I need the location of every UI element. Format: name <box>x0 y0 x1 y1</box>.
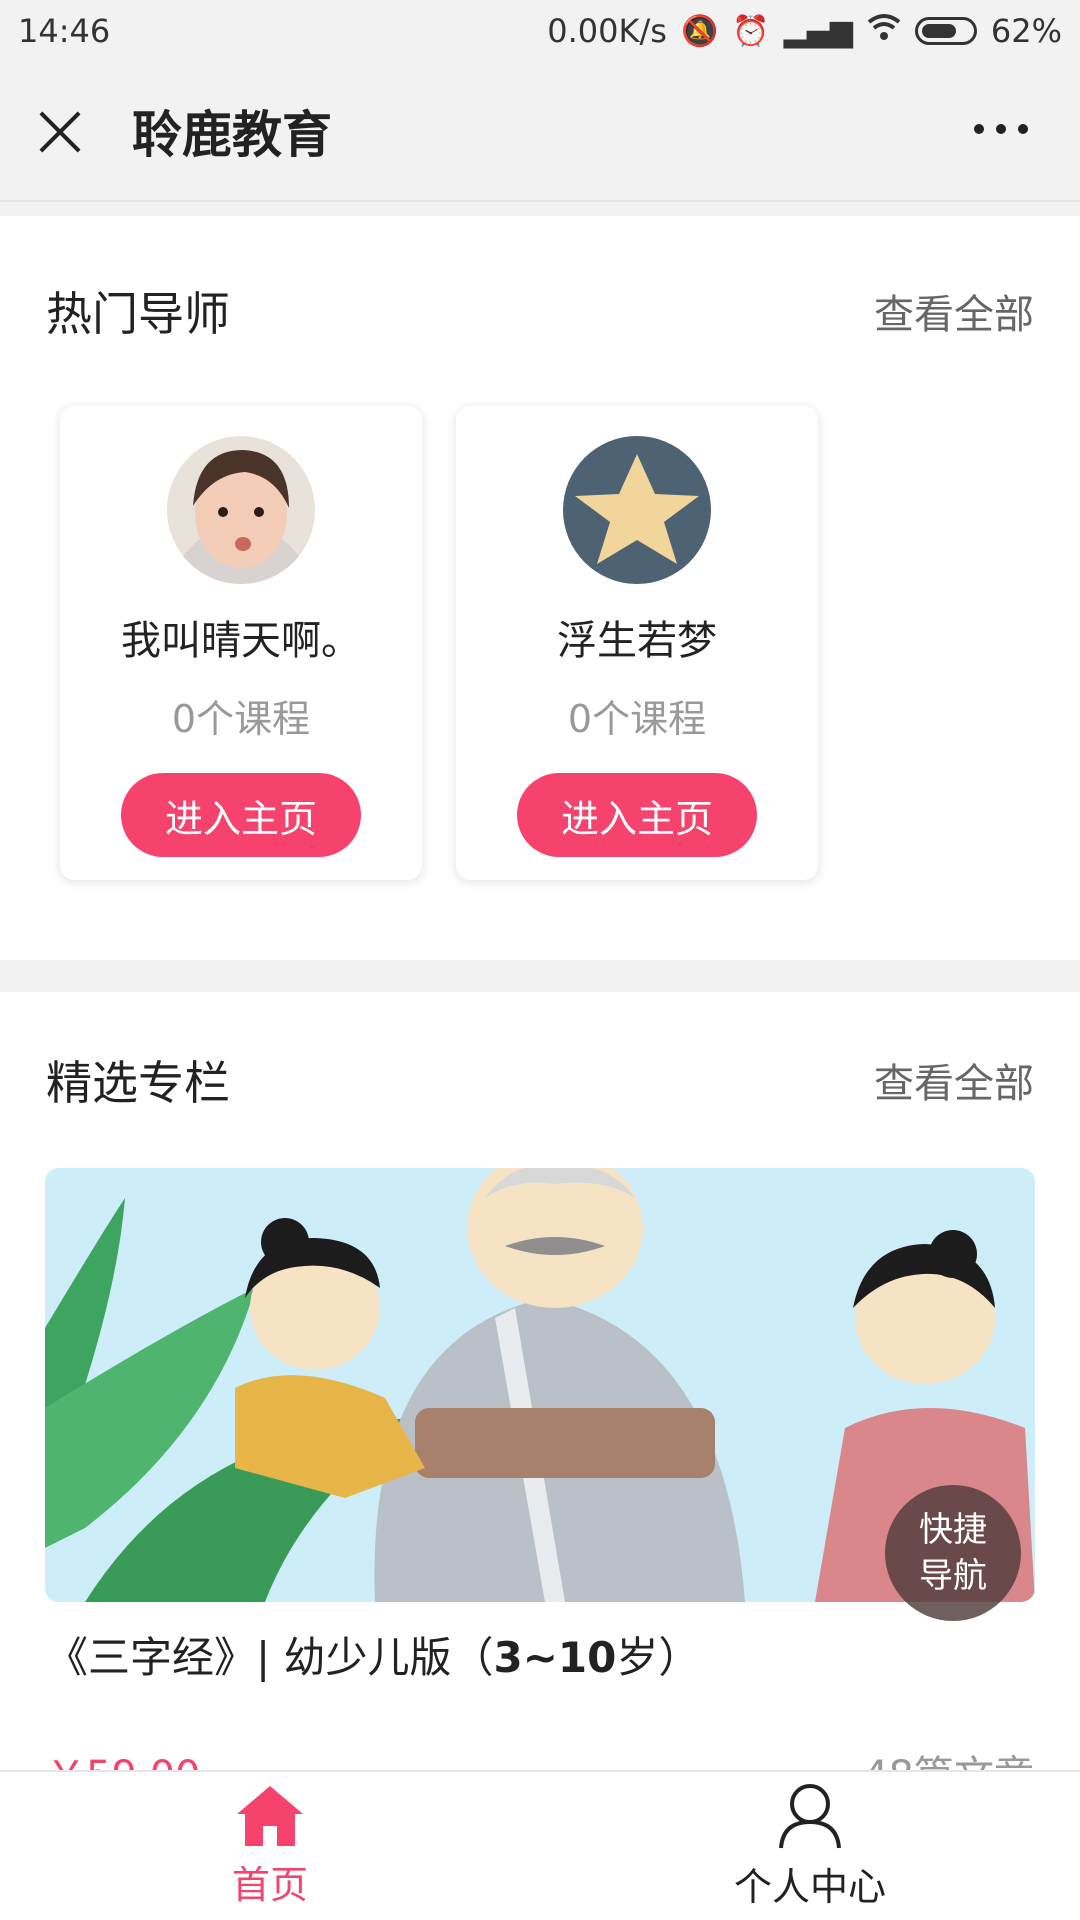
mentors-section: 热门导师 查看全部 我叫晴天啊。 0个课程 进入主页 浮生若梦 0个课程 进入主… <box>0 216 1080 960</box>
tab-home[interactable]: 首页 <box>0 1772 540 1920</box>
wifi-icon <box>867 13 901 49</box>
close-icon[interactable] <box>36 107 84 155</box>
quick-nav-label-2: 导航 <box>919 1556 987 1596</box>
battery-level: 62% <box>990 12 1062 50</box>
course-title[interactable]: 《三字经》| 幼少儿版（3~10岁） <box>0 1602 1080 1685</box>
course-title-age: 3~10 <box>493 1633 617 1682</box>
mentor-card[interactable]: 浮生若梦 0个课程 进入主页 <box>456 406 818 880</box>
enter-homepage-button[interactable]: 进入主页 <box>121 773 361 857</box>
course-title-suffix: 岁） <box>616 1633 701 1682</box>
avatar <box>563 436 711 584</box>
tab-label: 个人中心 <box>733 1864 886 1909</box>
mentor-name: 我叫晴天啊。 <box>121 618 361 664</box>
quick-nav-label-1: 快捷 <box>919 1510 987 1550</box>
view-all-mentors-link[interactable]: 查看全部 <box>874 282 1034 340</box>
title-bar: 聆鹿教育 <box>0 62 1080 202</box>
user-icon <box>779 1783 841 1848</box>
signal-icon: ▂▄▆ <box>783 13 853 49</box>
battery-icon <box>914 17 977 45</box>
mentors-header: 热门导师 查看全部 <box>0 216 1080 406</box>
more-icon[interactable] <box>974 124 1028 134</box>
bottom-tab-bar: 首页 个人中心 <box>0 1770 1080 1920</box>
status-icons: 0.00K/s 🔕 ⏰ ▂▄▆ 62% <box>547 12 1062 50</box>
status-time: 14:46 <box>18 12 111 50</box>
home-icon <box>237 1785 303 1846</box>
mute-icon: 🔕 <box>680 13 719 49</box>
columns-header: 精选专栏 查看全部 <box>0 992 1080 1168</box>
status-bar: 14:46 0.00K/s 🔕 ⏰ ▂▄▆ 62% <box>0 0 1080 62</box>
alarm-icon: ⏰ <box>732 13 770 49</box>
mentor-card[interactable]: 我叫晴天啊。 0个课程 进入主页 <box>60 406 422 880</box>
tab-label: 首页 <box>231 1862 308 1907</box>
mentor-list: 我叫晴天啊。 0个课程 进入主页 浮生若梦 0个课程 进入主页 <box>0 406 1080 880</box>
view-all-columns-link[interactable]: 查看全部 <box>874 1051 1034 1109</box>
course-title-prefix: 《三字经》| 幼少儿版（ <box>46 1633 494 1682</box>
mentor-course-count: 0个课程 <box>567 697 707 741</box>
network-speed: 0.00K/s <box>547 12 667 50</box>
section-title: 热门导师 <box>46 287 230 341</box>
enter-homepage-button[interactable]: 进入主页 <box>517 773 757 857</box>
mentor-course-count: 0个课程 <box>171 697 311 741</box>
section-title: 精选专栏 <box>46 1056 230 1110</box>
page-title: 聆鹿教育 <box>132 106 332 164</box>
mentor-name: 浮生若梦 <box>557 618 717 664</box>
quick-nav-button[interactable]: 快捷 导航 <box>885 1485 1021 1621</box>
avatar <box>167 436 315 584</box>
columns-section: 精选专栏 查看全部 《三字经》| 幼少儿版（3~10岁） <box>0 992 1080 1799</box>
tab-profile[interactable]: 个人中心 <box>540 1772 1080 1920</box>
